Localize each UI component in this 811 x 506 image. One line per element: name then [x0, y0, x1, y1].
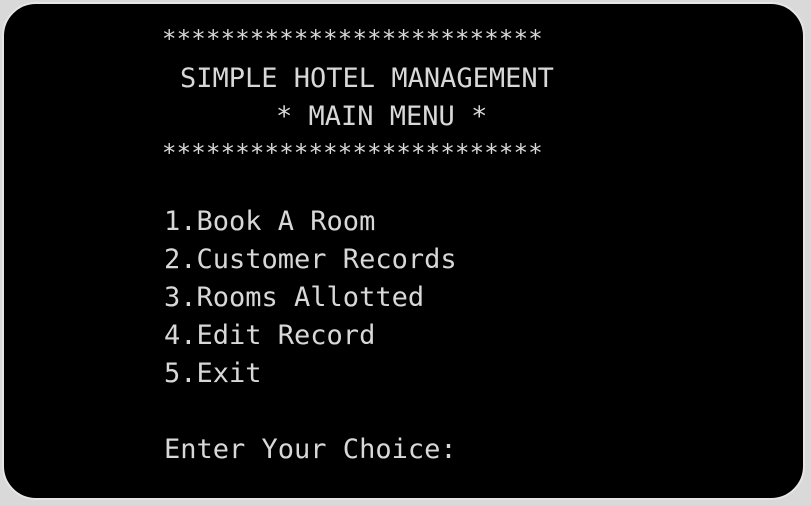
menu-item-customer-records: 2.Customer Records [164, 244, 457, 275]
choice-prompt-label: Enter Your Choice: [164, 434, 457, 465]
main-menu-list: 1.Book A Room 2.Customer Records 3.Rooms… [164, 203, 457, 393]
banner-subtitle: * MAIN MENU * [276, 101, 488, 132]
choice-prompt[interactable]: Enter Your Choice: [164, 431, 457, 469]
menu-item-book-room: 1.Book A Room [164, 206, 376, 237]
menu-item-rooms-allotted: 3.Rooms Allotted [164, 282, 425, 313]
banner-top-border: ************************** [162, 25, 543, 53]
menu-item-exit: 5.Exit [164, 358, 262, 389]
banner-bottom-border: ************************** [162, 139, 543, 167]
console-window: ************************** SIMPLE HOTEL … [2, 2, 805, 500]
menu-item-edit-record: 4.Edit Record [164, 320, 376, 351]
banner-title: SIMPLE HOTEL MANAGEMENT [180, 63, 554, 94]
